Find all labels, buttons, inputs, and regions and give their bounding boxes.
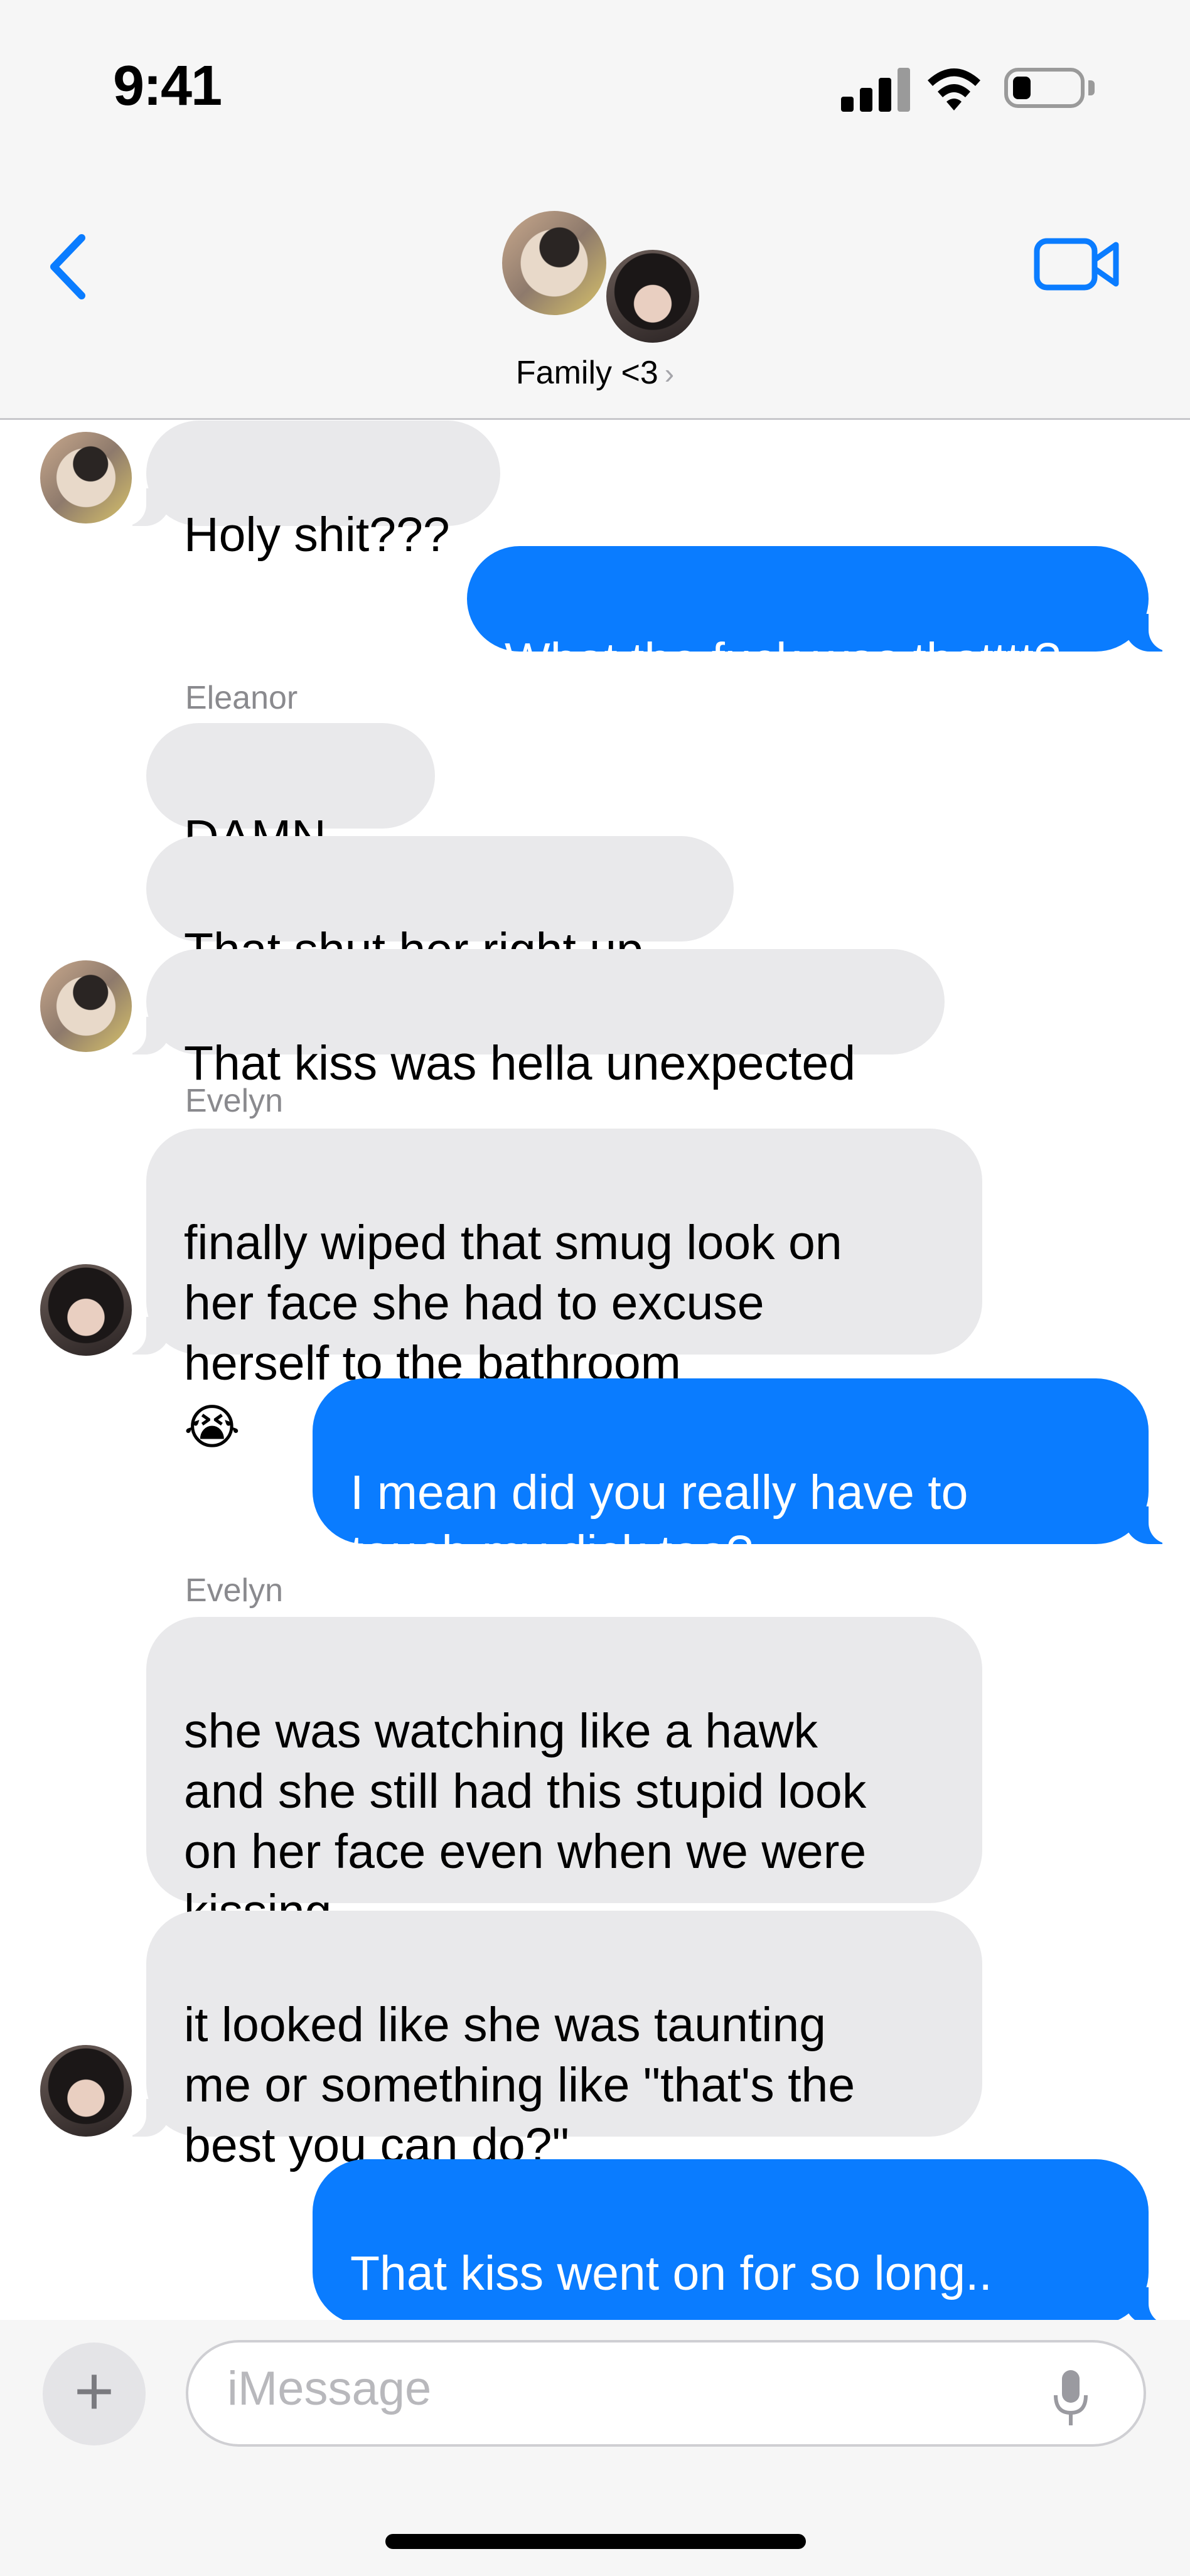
message-text: it looked like she was taunting me or so… bbox=[184, 1998, 855, 2172]
imessage-input[interactable]: iMessage bbox=[186, 2340, 1146, 2447]
back-chevron-icon[interactable] bbox=[38, 229, 100, 304]
message-bubble-outgoing[interactable]: That kiss went on for so long.. 😮‍💨 bbox=[313, 2159, 1180, 2425]
message-text: That kiss was hella unexpected bbox=[184, 1036, 856, 1090]
message-bubble-incoming[interactable]: That kiss was hella unexpected bbox=[115, 949, 945, 1090]
group-name[interactable]: Family <3 › bbox=[0, 354, 1190, 392]
group-name-label: Family <3 bbox=[515, 355, 658, 391]
status-bar: 9:41 bbox=[0, 0, 1190, 169]
home-indicator[interactable] bbox=[385, 2534, 806, 2549]
message-text: she was watching like a hawk and she sti… bbox=[184, 1704, 867, 1939]
crying-face-emoji: 😭 bbox=[184, 1400, 240, 1454]
video-camera-icon[interactable] bbox=[1033, 232, 1121, 295]
message-text: What the fuck was thatttt? bbox=[505, 633, 1061, 687]
message-text: Holy shit??? bbox=[184, 508, 450, 562]
message-bubble-incoming[interactable]: it looked like she was taunting me or so… bbox=[115, 1911, 982, 2172]
conversation-header: Family <3 › bbox=[0, 169, 1190, 420]
sender-name: Evelyn bbox=[185, 1572, 284, 1609]
message-text: That kiss went on for so long.. bbox=[350, 2246, 992, 2300]
message-bubble-incoming[interactable]: finally wiped that smug look on her face… bbox=[115, 1129, 982, 1454]
apps-plus-button[interactable]: + bbox=[43, 2343, 146, 2445]
chevron-right-icon: › bbox=[664, 357, 675, 390]
group-avatar-evelyn[interactable] bbox=[604, 247, 702, 345]
message-text: finally wiped that smug look on her face… bbox=[184, 1216, 842, 1390]
signal-icon bbox=[841, 68, 910, 112]
message-text: I mean did you really have to touch my d… bbox=[350, 1466, 968, 1580]
avatar-evelyn[interactable] bbox=[40, 2045, 132, 2137]
sender-name: Eleanor bbox=[185, 680, 298, 716]
group-avatar-eleanor[interactable] bbox=[500, 208, 609, 318]
message-bubble-outgoing[interactable]: What the fuck was thatttt? bbox=[467, 546, 1180, 687]
avatar-evelyn[interactable] bbox=[40, 1264, 132, 1356]
avatar-eleanor[interactable] bbox=[40, 432, 132, 523]
message-bubble-outgoing[interactable]: I mean did you really have to touch my d… bbox=[313, 1378, 1180, 1580]
message-bubble-incoming[interactable]: she was watching like a hawk and she sti… bbox=[146, 1617, 982, 1939]
battery-nub bbox=[1088, 80, 1095, 95]
battery-icon bbox=[1004, 68, 1085, 108]
message-bubble-incoming[interactable]: That shut her right up bbox=[146, 836, 734, 977]
status-time: 9:41 bbox=[113, 55, 222, 117]
mic-icon[interactable] bbox=[1052, 2368, 1090, 2430]
message-bubble-incoming[interactable]: DAMN 😩 bbox=[146, 723, 435, 928]
sender-name: Evelyn bbox=[185, 1083, 284, 1119]
wifi-icon bbox=[928, 68, 980, 110]
avatar-eleanor[interactable] bbox=[40, 960, 132, 1052]
message-bubble-incoming[interactable]: Holy shit??? bbox=[115, 421, 500, 562]
